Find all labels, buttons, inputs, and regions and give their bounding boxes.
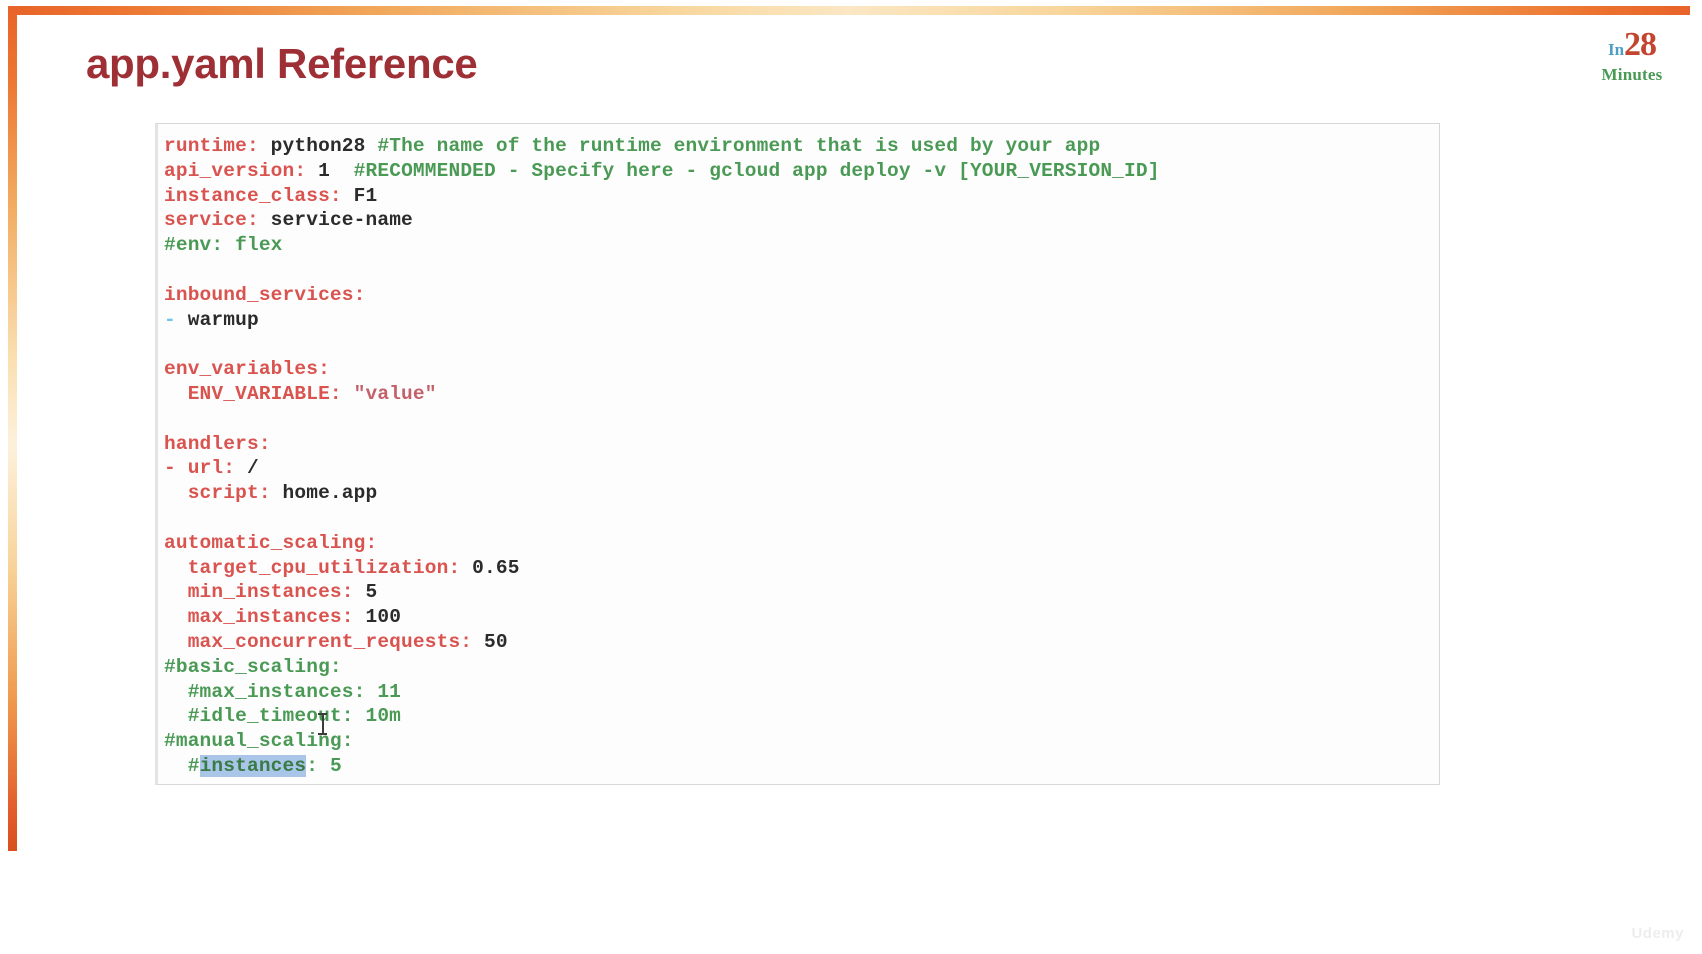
code-line[interactable]: script: home.app <box>164 481 1439 506</box>
code-token-key: instance_class: <box>164 184 342 207</box>
code-token-comment: #The name of the runtime environment tha… <box>377 135 1101 157</box>
code-line[interactable]: service: service-name <box>164 208 1439 233</box>
code-token-dash_red: - <box>164 457 176 480</box>
logo-in-text: In <box>1607 40 1625 59</box>
code-line[interactable]: inbound_services: <box>164 283 1439 308</box>
code-token-value: warmup <box>175 308 259 331</box>
code-token-comment: #basic_scaling: <box>164 655 342 678</box>
code-token-key: max_concurrent_requests: <box>164 630 473 653</box>
code-line[interactable]: max_concurrent_requests: 50 <box>164 630 1439 655</box>
code-token-key: ENV_VARIABLE: <box>164 382 342 405</box>
code-token-key: service: <box>164 209 259 232</box>
code-token-value: python28 <box>258 135 378 157</box>
slide-canvas: app.yaml Reference In28 Minutes runtime:… <box>0 0 1702 954</box>
code-token-value: / <box>235 457 259 480</box>
code-line[interactable]: #manual_scaling: <box>164 729 1439 754</box>
code-panel[interactable]: runtime: python28 #The name of the runti… <box>155 123 1440 785</box>
code-line[interactable]: #idle_timeout: 10m <box>164 704 1439 729</box>
code-token-value: 0.65 <box>460 556 520 579</box>
code-line[interactable]: #instances: 5 <box>164 754 1439 779</box>
code-token-comment: #max_instances: 11 <box>164 680 402 703</box>
code-token-comment: #idle_timeout: 10m <box>164 705 402 728</box>
code-token-value: home.app <box>270 482 378 505</box>
decorative-left-bar <box>8 6 17 851</box>
code-line[interactable]: ENV_VARIABLE: "value" <box>164 382 1439 407</box>
code-token-value: service-name <box>258 209 413 232</box>
code-line[interactable] <box>164 332 1439 357</box>
code-line[interactable]: - warmup <box>164 308 1439 333</box>
code-line[interactable]: min_instances: 5 <box>164 580 1439 605</box>
code-line[interactable]: - url: / <box>164 456 1439 481</box>
code-token-key: url: <box>175 457 236 480</box>
code-token-value: 5 <box>353 581 378 604</box>
logo-minutes-text: Minutes <box>1601 65 1663 84</box>
code-line[interactable]: env_variables: <box>164 357 1439 382</box>
code-line[interactable] <box>164 407 1439 432</box>
code-line[interactable] <box>164 506 1439 531</box>
code-token-string: "value" <box>341 382 437 405</box>
code-token-value: 1 <box>306 159 354 182</box>
code-token-comment: #env: flex <box>164 234 283 257</box>
code-token-key: max_instances: <box>164 606 354 629</box>
code-token-key: automatic_scaling: <box>164 531 378 554</box>
code-token-key: api_version: <box>164 159 307 182</box>
code-line[interactable]: #max_instances: 11 <box>164 680 1439 705</box>
code-line[interactable]: api_version: 1 #RECOMMENDED - Specify he… <box>164 159 1439 184</box>
code-token-value: 100 <box>353 606 402 629</box>
code-token-key: script: <box>164 482 271 505</box>
code-line[interactable]: #env: flex <box>164 233 1439 258</box>
page-title: app.yaml Reference <box>86 40 478 87</box>
code-token-dash_cyan: - <box>164 308 176 331</box>
code-token-key: target_cpu_utilization: <box>164 556 461 579</box>
decorative-top-bar <box>8 6 1690 15</box>
logo-28-text: 28 <box>1624 26 1657 63</box>
code-line[interactable]: instance_class: F1 <box>164 184 1439 209</box>
code-token-comment: # <box>164 754 200 777</box>
code-token-selected: instances <box>199 754 307 777</box>
code-token-key: env_variables: <box>164 358 330 381</box>
code-line[interactable]: automatic_scaling: <box>164 531 1439 556</box>
code-token-value: 50 <box>472 630 508 653</box>
code-token-value: F1 <box>341 184 378 207</box>
code-line[interactable]: runtime: python28 #The name of the runti… <box>164 134 1439 159</box>
code-line[interactable]: max_instances: 100 <box>164 605 1439 630</box>
logo-top-row: In28 <box>1584 28 1680 62</box>
code-token-key: runtime: <box>164 135 259 157</box>
code-token-key: min_instances: <box>164 581 354 604</box>
code-line[interactable]: target_cpu_utilization: 0.65 <box>164 556 1439 581</box>
code-line[interactable]: #basic_scaling: <box>164 655 1439 680</box>
code-token-comment: : 5 <box>306 754 342 777</box>
udemy-watermark: Udemy <box>1631 925 1684 942</box>
code-token-key: inbound_services: <box>164 283 366 306</box>
code-token-comment: #RECOMMENDED - Specify here - gcloud app… <box>353 159 1160 182</box>
code-line[interactable]: handlers: <box>164 432 1439 457</box>
code-line[interactable] <box>164 258 1439 283</box>
code-block[interactable]: runtime: python28 #The name of the runti… <box>158 124 1439 779</box>
in28minutes-logo: In28 Minutes <box>1584 28 1680 84</box>
code-token-comment: #manual_scaling: <box>164 730 354 753</box>
code-token-key: handlers: <box>164 432 271 455</box>
